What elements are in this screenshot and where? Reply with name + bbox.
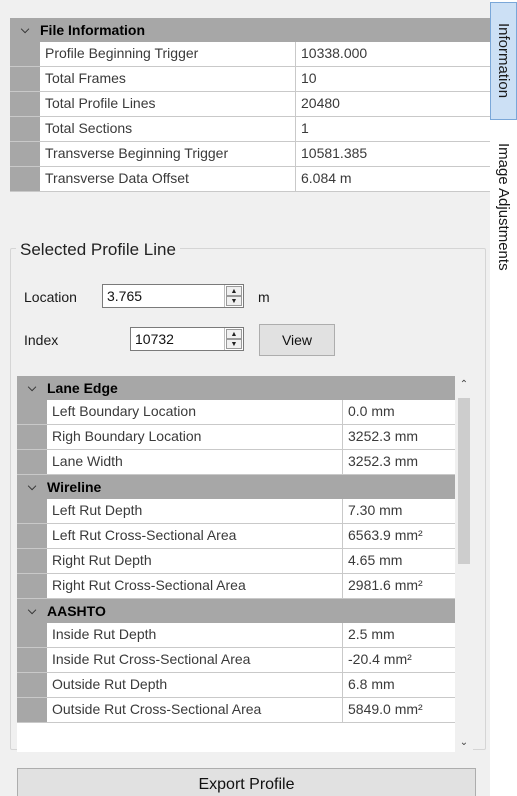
property-row[interactable]: Total Sections 1 [10, 117, 490, 142]
property-row[interactable]: Outside Rut Cross-Sectional Area 5849.0 … [17, 698, 455, 723]
property-row[interactable]: Total Frames 10 [10, 67, 490, 92]
property-name: Outside Rut Cross-Sectional Area [47, 698, 343, 722]
aashto-group-header[interactable]: ⌵ AASHTO [17, 599, 455, 623]
location-label: Location [24, 289, 77, 305]
results-scrollbar[interactable]: ⌃ ⌄ [455, 376, 473, 752]
scrollbar-thumb[interactable] [458, 398, 470, 564]
property-row[interactable]: Inside Rut Depth 2.5 mm [17, 623, 455, 648]
lane-edge-group-header[interactable]: ⌵ Lane Edge [17, 376, 455, 400]
property-value: 1 [301, 120, 309, 136]
export-profile-button[interactable]: Export Profile [17, 768, 476, 796]
index-input[interactable] [131, 328, 224, 350]
chevron-down-icon[interactable]: ⌵ [10, 24, 40, 37]
property-name: Total Profile Lines [40, 92, 296, 116]
property-row[interactable]: Right Rut Cross-Sectional Area 2981.6 mm… [17, 574, 455, 599]
tab-label: Image Adjustments [495, 143, 512, 271]
file-info-group-header[interactable]: ⌵ File Information [10, 18, 490, 42]
property-value: 6.8 mm [348, 676, 395, 692]
property-row[interactable]: Profile Beginning Trigger 10338.000 [10, 42, 490, 67]
property-name: Total Sections [40, 117, 296, 141]
property-value: 0.0 mm [348, 403, 395, 419]
view-button[interactable]: View [259, 324, 335, 356]
side-tab-strip: Information Image Adjustments [490, 0, 517, 796]
property-row[interactable]: Outside Rut Depth 6.8 mm [17, 673, 455, 698]
chevron-down-icon[interactable]: ⌵ [17, 382, 47, 395]
property-value: 20480 [301, 95, 340, 111]
property-value: 10338.000 [301, 45, 368, 61]
property-name: Righ Boundary Location [47, 425, 343, 449]
wireline-group-header[interactable]: ⌵ Wireline [17, 475, 455, 499]
property-name: Outside Rut Depth [47, 673, 343, 697]
property-value: 4.65 mm [348, 552, 403, 568]
property-row[interactable]: Left Boundary Location 0.0 mm [17, 400, 455, 425]
property-name: Left Boundary Location [47, 400, 343, 424]
property-name: Lane Width [47, 450, 343, 474]
chevron-down-icon[interactable]: ⌵ [17, 605, 47, 618]
property-name: Profile Beginning Trigger [40, 42, 296, 66]
property-value: 3252.3 mm [348, 428, 419, 444]
property-row[interactable]: Right Rut Depth 4.65 mm [17, 549, 455, 574]
property-name: Left Rut Cross-Sectional Area [47, 524, 343, 548]
property-value: 6563.9 mm² [348, 527, 423, 543]
property-row[interactable]: Left Rut Cross-Sectional Area 6563.9 mm² [17, 524, 455, 549]
group-title: AASHTO [47, 603, 106, 619]
property-name: Transverse Data Offset [40, 167, 296, 191]
location-spinbox[interactable]: ▲ ▼ [102, 284, 244, 308]
property-value: 2.5 mm [348, 626, 395, 642]
index-spinbox[interactable]: ▲ ▼ [130, 327, 244, 351]
property-value: 5849.0 mm² [348, 701, 423, 717]
results-grid: ⌵ Lane Edge Left Boundary Location 0.0 m… [17, 376, 455, 752]
property-name: Right Rut Depth [47, 549, 343, 573]
property-row[interactable]: Left Rut Depth 7.30 mm [17, 499, 455, 524]
location-input[interactable] [103, 285, 224, 307]
property-name: Right Rut Cross-Sectional Area [47, 574, 343, 598]
property-name: Total Frames [40, 67, 296, 91]
property-value: 6.084 m [301, 170, 352, 186]
selected-profile-title: Selected Profile Line [16, 240, 180, 260]
property-name: Left Rut Depth [47, 499, 343, 523]
file-info-grid: ⌵ File Information Profile Beginning Tri… [10, 18, 490, 192]
property-row[interactable]: Transverse Data Offset 6.084 m [10, 167, 490, 192]
location-unit: m [258, 289, 270, 305]
property-row[interactable]: Righ Boundary Location 3252.3 mm [17, 425, 455, 450]
property-name: Transverse Beginning Trigger [40, 142, 296, 166]
scroll-up-icon[interactable]: ⌃ [455, 376, 473, 394]
property-row[interactable]: Total Profile Lines 20480 [10, 92, 490, 117]
index-label: Index [24, 332, 59, 348]
property-value: 7.30 mm [348, 502, 403, 518]
file-info-title: File Information [40, 22, 145, 38]
properties-panel: ⌵ File Information Profile Beginning Tri… [0, 0, 490, 796]
property-name: Inside Rut Depth [47, 623, 343, 647]
scroll-down-icon[interactable]: ⌄ [455, 734, 473, 752]
property-value: -20.4 mm² [348, 651, 412, 667]
property-name: Inside Rut Cross-Sectional Area [47, 648, 343, 672]
spin-up-icon[interactable]: ▲ [226, 329, 242, 339]
property-row[interactable]: Transverse Beginning Trigger 10581.385 [10, 142, 490, 167]
chevron-down-icon[interactable]: ⌵ [17, 481, 47, 494]
tab-label: Information [495, 23, 512, 99]
tab-image-adjustments[interactable]: Image Adjustments [490, 124, 517, 290]
spin-up-icon[interactable]: ▲ [226, 286, 242, 296]
tab-information[interactable]: Information [490, 2, 517, 120]
property-row[interactable]: Lane Width 3252.3 mm [17, 450, 455, 475]
property-value: 3252.3 mm [348, 453, 419, 469]
group-title: Wireline [47, 479, 102, 495]
group-title: Lane Edge [47, 380, 118, 396]
property-value: 10581.385 [301, 145, 368, 161]
property-value: 10 [301, 70, 317, 86]
property-row[interactable]: Inside Rut Cross-Sectional Area -20.4 mm… [17, 648, 455, 673]
spin-down-icon[interactable]: ▼ [226, 339, 242, 349]
property-value: 2981.6 mm² [348, 577, 423, 593]
spin-down-icon[interactable]: ▼ [226, 296, 242, 306]
